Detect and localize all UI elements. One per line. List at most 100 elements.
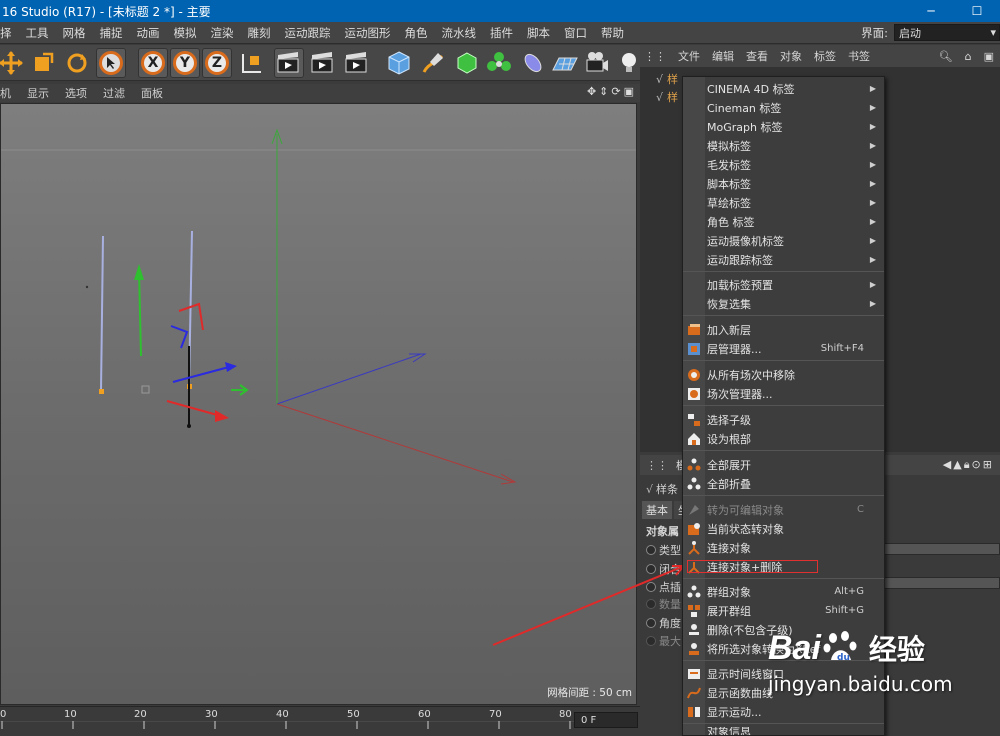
timeline-ruler[interactable]: 0 10 20 30 40 50 60 70 80 xyxy=(0,709,575,731)
menu-item-motion-camera-tags[interactable]: 运动摄像机标签 ▶ xyxy=(683,231,884,250)
menu-separator xyxy=(683,360,884,361)
menu-render[interactable]: 渲染 xyxy=(204,25,241,41)
om-menu-edit[interactable]: 编辑 xyxy=(706,48,740,64)
om-menu-bookmarks[interactable]: 书签 xyxy=(842,48,876,64)
coordinate-system-button[interactable] xyxy=(236,48,266,78)
menu-character[interactable]: 角色 xyxy=(398,25,435,41)
menu-item-mograph-tags[interactable]: MoGraph 标签 ▶ xyxy=(683,117,884,136)
layout-dropdown[interactable]: 启动 ▾ xyxy=(894,24,1000,41)
deformer-button[interactable] xyxy=(518,48,548,78)
menu-item-collapse-all[interactable]: 全部折叠 xyxy=(683,474,884,493)
cube-button[interactable] xyxy=(384,48,414,78)
menu-mesh[interactable]: 网格 xyxy=(56,25,93,41)
cloner-button[interactable] xyxy=(484,48,514,78)
om-menu-view[interactable]: 查看 xyxy=(740,48,774,64)
maximize-button[interactable]: ☐ xyxy=(954,0,1000,22)
search-icon[interactable]: 🔍︎ xyxy=(933,50,959,63)
interpolation-dropdown[interactable] xyxy=(880,577,1000,589)
render-settings-button[interactable] xyxy=(342,48,372,78)
menu-item-layer-manager[interactable]: 层管理器... Shift+F4 xyxy=(683,339,884,358)
move-icon xyxy=(0,51,23,75)
menu-tools[interactable]: 工具 xyxy=(19,25,56,41)
menu-pipeline[interactable]: 流水线 xyxy=(435,25,484,41)
collapse-all-icon xyxy=(686,476,702,492)
menu-motion-tracking[interactable]: 运动跟踪 xyxy=(278,25,338,41)
menu-item-current-state-to-object[interactable]: 当前状态转对象 xyxy=(683,519,884,538)
menu-plugins[interactable]: 插件 xyxy=(483,25,520,41)
menu-script[interactable]: 脚本 xyxy=(520,25,557,41)
om-menu-tags[interactable]: 标签 xyxy=(808,48,842,64)
viewport-menu-display[interactable]: 显示 xyxy=(19,85,57,101)
pan-icon[interactable]: ✥ xyxy=(587,85,596,98)
om-menu-objects[interactable]: 对象 xyxy=(774,48,808,64)
render-picture-viewer-button[interactable] xyxy=(308,48,338,78)
rotate-tool-button[interactable] xyxy=(62,48,92,78)
menu-item-object-info[interactable]: 对象信息 xyxy=(683,727,884,735)
max-length-field[interactable]: 最大 xyxy=(646,633,681,649)
menu-item-set-as-root[interactable]: 设为根部 xyxy=(683,429,884,448)
interpolation-field[interactable]: 点插 xyxy=(646,579,681,595)
menu-simulate[interactable]: 模拟 xyxy=(167,25,204,41)
subdivision-button[interactable] xyxy=(452,48,482,78)
number-field[interactable]: 数量 xyxy=(646,596,681,612)
menu-item-cineman-tags[interactable]: Cineman 标签 ▶ xyxy=(683,98,884,117)
object-row[interactable]: √ 样 xyxy=(656,89,678,105)
menu-item-simulation-tags[interactable]: 模拟标签 ▶ xyxy=(683,136,884,155)
close-spline-field[interactable]: 闭合 xyxy=(646,561,681,577)
menu-item-hair-tags[interactable]: 毛发标签 ▶ xyxy=(683,155,884,174)
attribute-nav-icons[interactable]: ◀▲🔒︎⊙⊞ xyxy=(943,458,1000,472)
menu-item-restore-selection[interactable]: 恢复选集 ▶ xyxy=(683,294,884,313)
menu-item-script-tags[interactable]: 脚本标签 ▶ xyxy=(683,174,884,193)
type-field[interactable]: 类型 xyxy=(646,542,681,558)
camera-button[interactable] xyxy=(582,48,612,78)
dolly-icon[interactable]: ⇕ xyxy=(599,85,608,98)
menu-item-motion-tracking-tags[interactable]: 运动跟踪标签 ▶ xyxy=(683,250,884,269)
menu-item-cinema4d-tags[interactable]: CINEMA 4D 标签 ▶ xyxy=(683,79,884,98)
timeline[interactable]: 0 10 20 30 40 50 60 70 80 0 F xyxy=(0,706,640,736)
move-tool-button[interactable] xyxy=(0,48,26,78)
orbit-icon[interactable]: ⟳ xyxy=(611,85,620,98)
home-icon[interactable]: ⌂ xyxy=(959,50,978,63)
perspective-viewport[interactable]: 网格间距 : 50 cm xyxy=(0,103,637,705)
menu-item-add-new-layer[interactable]: 加入新层 xyxy=(683,320,884,339)
menu-select[interactable]: 择 xyxy=(0,25,19,41)
menu-mograph[interactable]: 运动图形 xyxy=(338,25,398,41)
viewport-menu-camera[interactable]: 机 xyxy=(0,85,19,101)
angle-field[interactable]: 角度 xyxy=(646,615,681,631)
maximize-view-icon[interactable]: ▣ xyxy=(624,85,634,98)
menu-animate[interactable]: 动画 xyxy=(130,25,167,41)
menu-item-load-tag-preset[interactable]: 加载标签预置 ▶ xyxy=(683,275,884,294)
y-axis-lock-button[interactable]: Y xyxy=(170,48,200,78)
object-row[interactable]: √ 样 xyxy=(656,71,678,87)
menu-item-expand-all[interactable]: 全部展开 xyxy=(683,455,884,474)
viewport-menu-filter[interactable]: 过滤 xyxy=(95,85,133,101)
expand-icon[interactable]: ▣ xyxy=(978,50,1000,63)
x-axis-lock-button[interactable]: X xyxy=(138,48,168,78)
menu-snap[interactable]: 捕捉 xyxy=(93,25,130,41)
minimize-button[interactable]: ─ xyxy=(908,0,954,22)
menu-item-remove-from-all-takes[interactable]: 从所有场次中移除 xyxy=(683,365,884,384)
viewport-menu-options[interactable]: 选项 xyxy=(57,85,95,101)
submenu-arrow-icon: ▶ xyxy=(869,160,876,169)
om-menu-file[interactable]: 文件 xyxy=(672,48,706,64)
viewport-menu-panel[interactable]: 面板 xyxy=(133,85,171,101)
menu-item-take-manager[interactable]: 场次管理器... xyxy=(683,384,884,403)
floor-button[interactable] xyxy=(550,48,580,78)
menu-sculpt[interactable]: 雕刻 xyxy=(241,25,278,41)
tab-basic[interactable]: 基本 xyxy=(642,501,672,519)
menu-item-sketch-tags[interactable]: 草绘标签 ▶ xyxy=(683,193,884,212)
menu-window[interactable]: 窗口 xyxy=(557,25,594,41)
type-dropdown[interactable] xyxy=(880,543,1000,555)
scale-tool-button[interactable] xyxy=(28,48,58,78)
menu-item-character-tags[interactable]: 角色 标签 ▶ xyxy=(683,212,884,231)
menu-help[interactable]: 帮助 xyxy=(594,25,631,41)
current-frame-field[interactable]: 0 F xyxy=(574,712,638,728)
menu-item-connect-objects[interactable]: 连接对象 xyxy=(683,538,884,557)
render-view-button[interactable] xyxy=(274,48,304,78)
z-axis-lock-button[interactable]: Z xyxy=(202,48,232,78)
select-tool-button[interactable] xyxy=(96,48,126,78)
menu-item-group-objects[interactable]: 群组对象 Alt+G xyxy=(683,582,884,601)
menu-item-select-children[interactable]: 选择子级 xyxy=(683,410,884,429)
pen-button[interactable] xyxy=(418,48,448,78)
menu-item-expand-group[interactable]: 展开群组 Shift+G xyxy=(683,601,884,620)
